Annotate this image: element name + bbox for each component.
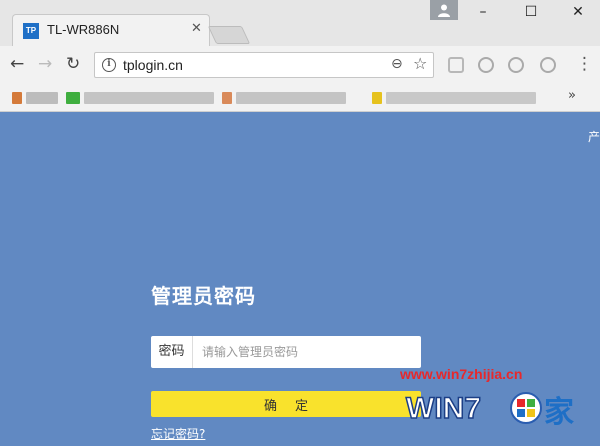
bookmark-favicon-icon[interactable] — [12, 92, 22, 104]
back-arrow-icon[interactable]: ← — [10, 54, 24, 74]
bookmark-item[interactable] — [26, 92, 58, 104]
extension-icon-2[interactable] — [508, 57, 524, 73]
bookmark-favicon-icon[interactable] — [66, 92, 80, 104]
user-icon — [438, 4, 450, 17]
page-title: 管理员密码 — [151, 284, 256, 308]
confirm-button[interactable]: 确定 — [151, 391, 421, 417]
extension-icon[interactable] — [448, 57, 464, 73]
info-icon[interactable]: i — [102, 58, 116, 72]
extension-icon-3[interactable] — [540, 57, 556, 73]
watermark-logo-text: WIN7 — [406, 392, 481, 425]
bookmarks-bar: » — [0, 84, 600, 112]
password-field-group: 密码 — [151, 336, 421, 368]
bookmark-favicon-icon[interactable] — [222, 92, 232, 104]
tab-close-icon[interactable]: ✕ — [191, 21, 202, 36]
reload-icon[interactable]: ↻ — [66, 54, 80, 74]
forgot-password-link[interactable]: 忘记密码? — [151, 425, 205, 442]
bookmark-star-icon[interactable]: ☆ — [413, 54, 427, 73]
address-bar[interactable]: i tplogin.cn ⊖ ☆ — [94, 52, 434, 78]
shield-extension-icon[interactable] — [478, 57, 494, 73]
forward-arrow-icon[interactable]: → — [38, 54, 52, 74]
bookmarks-more-icon[interactable]: » — [568, 88, 576, 103]
win7-watermark-logo: WIN7 家 — [405, 391, 574, 430]
password-input[interactable] — [194, 336, 419, 368]
browser-toolbar: ← → ↻ i tplogin.cn ⊖ ☆ ⋮ — [0, 46, 600, 84]
browser-tab[interactable]: TP TL-WR886N ✕ — [12, 14, 210, 46]
profile-button[interactable] — [430, 0, 458, 20]
url-text: tplogin.cn — [123, 57, 183, 73]
watermark-url: www.win7zhijia.cn — [400, 366, 523, 382]
bookmark-item[interactable] — [386, 92, 536, 104]
maximize-button[interactable]: ☐ — [516, 4, 546, 20]
tp-link-favicon-icon: TP — [23, 23, 39, 39]
minimize-button[interactable]: – — [468, 4, 498, 20]
bookmark-item[interactable] — [236, 92, 346, 104]
watermark-logo-suffix: 家 — [544, 395, 574, 430]
title-bar: TP TL-WR886N ✕ – ☐ ✕ — [0, 0, 600, 46]
close-window-button[interactable]: ✕ — [563, 4, 593, 20]
zoom-icon[interactable]: ⊖ — [391, 56, 403, 72]
tab-title: TL-WR886N — [47, 22, 120, 37]
new-tab-button[interactable] — [207, 26, 251, 44]
bookmark-favicon-icon[interactable] — [372, 92, 382, 104]
product-link[interactable]: 产 — [588, 128, 600, 145]
menu-icon[interactable]: ⋮ — [576, 54, 593, 74]
password-label: 密码 — [151, 336, 193, 368]
windows-flag-icon — [510, 392, 542, 424]
bookmark-item[interactable] — [84, 92, 214, 104]
